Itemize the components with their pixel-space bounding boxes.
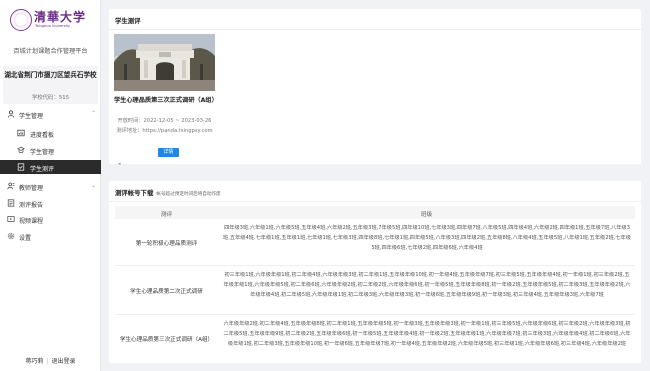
user-icon bbox=[7, 110, 15, 118]
menu-item-video-courses[interactable]: 视频课程 bbox=[0, 213, 101, 226]
logo-text: 清華大学 bbox=[34, 10, 87, 24]
menu-item-assessment-report[interactable]: 测评报告 bbox=[0, 197, 101, 210]
table-row: 学生心理品质第三次正式调研（A组） 六年级年级2班,初二年级4班,五年级年级8班… bbox=[115, 315, 635, 363]
video-icon bbox=[7, 216, 15, 222]
dashboard-icon bbox=[17, 129, 25, 137]
panel-title: 学生测评 bbox=[115, 17, 141, 25]
account-download-panel: 测评帐号下载 帐号超过预定时间后将自动作废 测评 班级 第一轮积极心理品质测评 四… bbox=[109, 181, 641, 363]
teacher-icon bbox=[7, 182, 15, 190]
scroll-left-arrow-icon[interactable]: ◂ bbox=[118, 161, 121, 167]
assessment-name: 第一轮积极心理品质测评 bbox=[135, 241, 198, 247]
column-header-assessment: 测评 bbox=[160, 212, 173, 218]
table-row: 第一轮积极心理品质测评 四年级3班,六年级1班,六年级5班,五年级4班,六年级2… bbox=[115, 219, 635, 266]
student-assessment-panel: 学生测评 学生心理品质第三次正式调研（A组） 开放时间：2022-12-05 ~… bbox=[109, 9, 641, 167]
menu-item-student-assessment[interactable]: 学生测评 bbox=[0, 160, 101, 174]
menu-group-teacher-management[interactable]: 教师管理 ⌄ bbox=[0, 180, 101, 193]
panel-title: 测评帐号下载 帐号超过预定时间后将自动作废 bbox=[115, 188, 221, 197]
card-title: 学生心理品质第三次正式调研（A组） bbox=[114, 97, 218, 104]
card-open-time: 开放时间：2022-12-05 ~ 2023-03-26 bbox=[117, 118, 212, 124]
university-logo: 清華大学 Tsinghua University bbox=[10, 8, 94, 36]
panel-note: 帐号超过预定时间后将自动作废 bbox=[156, 192, 221, 197]
menu-label: 学生测评 bbox=[30, 166, 55, 173]
table-row: 学生心理品质第二次正式调研 初三年级1班,六年级年级1班,初二年级4班,六年级年… bbox=[115, 266, 635, 315]
table-header: 测评 班级 bbox=[115, 206, 635, 219]
university-emblem-icon bbox=[10, 9, 32, 31]
class-list[interactable]: 初三年级1班,六年级年级1班,初二年级4班,六年级年级3班,初二年级1班,五年级… bbox=[222, 270, 632, 300]
school-code: 学校代码：515 bbox=[31, 95, 70, 101]
platform-title: 百城计划课题合作管理平台 bbox=[13, 48, 88, 55]
student-icon bbox=[17, 146, 25, 153]
school-name: 湖北省荆门市掇刀区望兵石学校 bbox=[4, 71, 97, 79]
class-list[interactable]: 四年级3班,六年级1班,六年级5班,五年级4班,六年级2班,五年级3班,7年级5… bbox=[222, 223, 632, 253]
column-header-classes: 班级 bbox=[420, 212, 433, 218]
menu-label: 进度看板 bbox=[30, 132, 55, 139]
sidebar: 清華大学 Tsinghua University 百城计划课题合作管理平台 湖北… bbox=[0, 0, 101, 371]
menu-label: 学生管理 bbox=[19, 113, 44, 120]
menu-group-student-management[interactable]: 学生管理 ⌃ bbox=[0, 108, 101, 121]
menu-item-settings[interactable]: 设置 bbox=[0, 230, 101, 243]
logo-subtext: Tsinghua University bbox=[35, 24, 71, 28]
menu-item-progress-board[interactable]: 进度看板 bbox=[0, 127, 101, 140]
current-user-name[interactable]: 蒋巧莉 bbox=[25, 356, 43, 365]
assessment-name: 学生心理品质第二次正式调研 bbox=[130, 289, 203, 295]
assessment-name: 学生心理品质第三次正式调研（A组） bbox=[119, 337, 214, 343]
campus-gate-image bbox=[114, 34, 215, 91]
gear-icon bbox=[7, 232, 15, 240]
chevron-up-icon: ⌃ bbox=[90, 110, 96, 117]
menu-label: 学生管理 bbox=[30, 149, 55, 156]
menu-label: 教师管理 bbox=[19, 185, 44, 192]
chevron-down-icon: ⌄ bbox=[90, 182, 96, 189]
logout-link[interactable]: 退出登录 bbox=[52, 356, 76, 365]
checklist-icon bbox=[17, 163, 25, 171]
panel-title-text: 测评帐号下载 bbox=[115, 189, 154, 197]
details-button[interactable]: 详情 bbox=[158, 148, 179, 157]
horizontal-scrollbar[interactable]: ◂ bbox=[114, 161, 637, 167]
menu-item-student-management[interactable]: 学生管理 bbox=[0, 144, 101, 157]
card-url: 测评地址：https://panda.tsingpsy.com bbox=[116, 128, 213, 134]
footer-divider: | bbox=[46, 358, 49, 365]
class-list[interactable]: 六年级年级2班,初二年级4班,五年级年级8班,初二年级1班,五年级年级5班,初一… bbox=[222, 319, 632, 349]
menu-label: 测评报告 bbox=[19, 202, 44, 209]
divider bbox=[109, 29, 641, 30]
sidebar-footer: 蒋巧莉 | 退出登录 bbox=[0, 356, 101, 365]
menu-label: 设置 bbox=[19, 235, 32, 242]
assessment-card[interactable]: 学生心理品质第三次正式调研（A组） 开放时间：2022-12-05 ~ 2023… bbox=[114, 34, 218, 162]
report-icon bbox=[7, 199, 15, 207]
divider bbox=[109, 201, 641, 202]
menu-label: 视频课程 bbox=[19, 218, 44, 225]
